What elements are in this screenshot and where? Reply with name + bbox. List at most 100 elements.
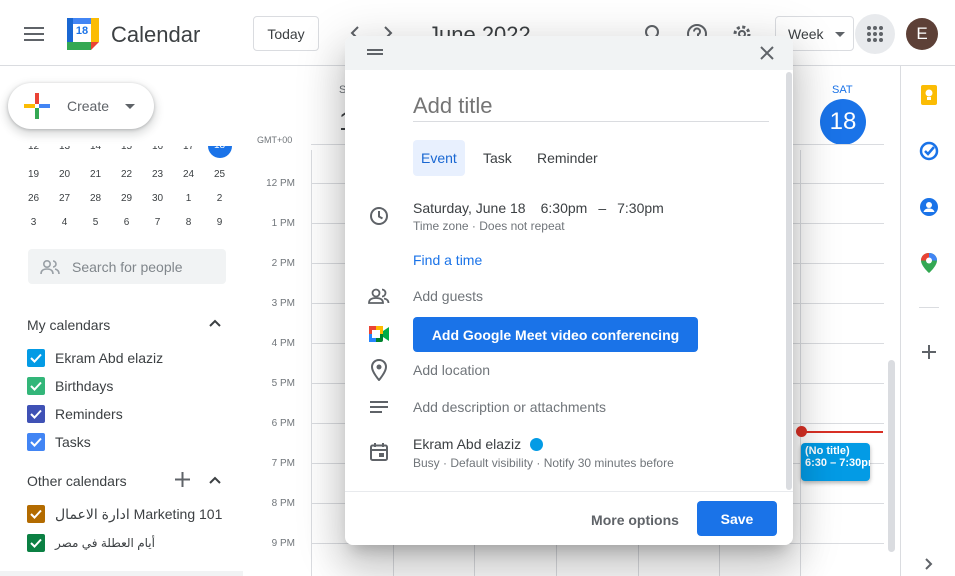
calendar-item-birthdays[interactable]: Birthdays: [27, 377, 113, 395]
date-picker[interactable]: Saturday, June 18: [413, 200, 526, 216]
hour-label: 6 PM: [271, 418, 295, 429]
mini-day[interactable]: 20: [49, 169, 80, 180]
mini-day[interactable]: 24: [173, 169, 204, 180]
checkbox-checked-icon[interactable]: [27, 405, 45, 423]
day-column-divider: [311, 150, 312, 576]
mini-day[interactable]: 26: [18, 193, 49, 204]
mini-day[interactable]: 5: [80, 217, 111, 228]
busy-visibility-notify-link[interactable]: Busy · Default visibility · Notify 30 mi…: [413, 456, 674, 470]
mini-calendar-week-1: 12 13 14 15 16 17 18: [18, 146, 235, 158]
mini-day[interactable]: 27: [49, 193, 80, 204]
calendar-logo-icon[interactable]: 18: [67, 18, 99, 50]
dialog-drag-bar[interactable]: [345, 36, 793, 70]
mini-day[interactable]: 23: [142, 169, 173, 180]
other-calendars-title[interactable]: Other calendars: [27, 473, 127, 489]
add-google-meet-button[interactable]: Add Google Meet video conferencing: [413, 317, 698, 352]
drag-handle-icon[interactable]: [367, 49, 383, 55]
mini-day[interactable]: 7: [142, 217, 173, 228]
mini-day[interactable]: 14: [80, 146, 111, 158]
mini-day[interactable]: 16: [142, 146, 173, 158]
mini-day[interactable]: 30: [142, 193, 173, 204]
create-button[interactable]: Create: [8, 83, 154, 129]
search-people-placeholder: Search for people: [72, 258, 183, 275]
end-time-picker[interactable]: 7:30pm: [617, 200, 664, 216]
calendar-owner-row[interactable]: Ekram Abd elaziz: [413, 436, 544, 452]
chevron-up-icon[interactable]: [209, 476, 221, 484]
timezone-label: GMT+00: [257, 135, 293, 145]
checkbox-checked-icon[interactable]: [27, 534, 45, 552]
add-description-field[interactable]: Add description or attachments: [413, 399, 606, 415]
calendar-item-ekram[interactable]: Ekram Abd elaziz: [27, 349, 163, 367]
mini-day[interactable]: 3: [18, 217, 49, 228]
calendar-item-tasks[interactable]: Tasks: [27, 433, 91, 451]
calendar-item-reminders[interactable]: Reminders: [27, 405, 123, 423]
search-people-input[interactable]: Search for people: [28, 249, 226, 284]
expand-panel-chevron-icon[interactable]: [925, 558, 935, 572]
mini-day[interactable]: 4: [49, 217, 80, 228]
checkbox-checked-icon[interactable]: [27, 349, 45, 367]
time-dash: –: [598, 200, 607, 216]
mini-day[interactable]: 6: [111, 217, 142, 228]
create-caret-icon: [125, 103, 136, 109]
hour-label: 9 PM: [271, 538, 295, 549]
tab-event[interactable]: Event: [413, 140, 465, 176]
more-options-button[interactable]: More options: [580, 502, 690, 537]
close-icon[interactable]: [760, 46, 774, 60]
grid-scrollbar[interactable]: [888, 360, 895, 552]
calendar-item-egypt-holidays[interactable]: أيام العطلة في مصر: [27, 534, 155, 552]
mini-day-selected[interactable]: 18: [204, 146, 235, 158]
today-button[interactable]: Today: [253, 16, 319, 51]
current-time-line: [801, 431, 883, 433]
mini-day[interactable]: 1: [173, 193, 204, 204]
mini-day[interactable]: 29: [111, 193, 142, 204]
start-time-picker[interactable]: 6:30pm: [541, 200, 588, 216]
mini-day[interactable]: 9: [204, 217, 235, 228]
tab-reminder[interactable]: Reminder: [529, 140, 606, 176]
plus-multicolor-icon: [24, 93, 50, 119]
title-input[interactable]: [413, 90, 769, 122]
sat-header-number[interactable]: 18: [820, 99, 866, 145]
mini-day[interactable]: 15: [111, 146, 142, 158]
mini-calendar-week-4: 3 4 5 6 7 8 9: [18, 217, 235, 228]
apps-grid-icon[interactable]: [855, 14, 895, 54]
create-label: Create: [67, 98, 110, 114]
calendar-item-label: أيام العطلة في مصر: [55, 536, 155, 550]
add-calendar-plus-icon[interactable]: [175, 472, 190, 487]
main-menu-icon[interactable]: [22, 22, 46, 46]
event-block[interactable]: (No title) 6:30 – 7:30pm: [801, 443, 870, 481]
mini-day[interactable]: 21: [80, 169, 111, 180]
mini-day[interactable]: 17: [173, 146, 204, 158]
calendar-item-marketing[interactable]: ادارة الاعمال Marketing 101: [27, 505, 222, 523]
calendar-item-label: Reminders: [55, 406, 123, 422]
day-column-divider: [800, 150, 801, 576]
find-a-time-link[interactable]: Find a time: [413, 252, 482, 268]
checkbox-checked-icon[interactable]: [27, 377, 45, 395]
checkbox-checked-icon[interactable]: [27, 433, 45, 451]
tasks-icon[interactable]: [919, 141, 939, 161]
mini-day[interactable]: 22: [111, 169, 142, 180]
tab-task[interactable]: Task: [475, 140, 520, 176]
dialog-scrollbar[interactable]: [786, 72, 792, 490]
add-guests-field[interactable]: Add guests: [413, 288, 483, 304]
mini-day[interactable]: 28: [80, 193, 111, 204]
chevron-up-icon[interactable]: [209, 319, 221, 327]
keep-icon[interactable]: [919, 85, 939, 105]
mini-day[interactable]: 8: [173, 217, 204, 228]
hour-label: 8 PM: [271, 498, 295, 509]
checkbox-checked-icon[interactable]: [27, 505, 45, 523]
calendar-owner-name: Ekram Abd elaziz: [413, 436, 522, 452]
add-addon-plus-icon[interactable]: [922, 345, 936, 359]
contacts-icon[interactable]: [919, 197, 939, 217]
maps-icon[interactable]: [920, 253, 938, 273]
my-calendars-title[interactable]: My calendars: [27, 317, 110, 333]
mini-day[interactable]: 19: [18, 169, 49, 180]
mini-day[interactable]: 13: [49, 146, 80, 158]
account-avatar[interactable]: E: [906, 18, 938, 50]
mini-day[interactable]: 2: [204, 193, 235, 204]
timezone-repeat-link[interactable]: Time zone · Does not repeat: [413, 219, 565, 233]
add-location-field[interactable]: Add location: [413, 362, 490, 378]
rail-divider: [919, 307, 939, 308]
mini-day[interactable]: 12: [18, 146, 49, 158]
save-button[interactable]: Save: [697, 501, 777, 536]
mini-day[interactable]: 25: [204, 169, 235, 180]
